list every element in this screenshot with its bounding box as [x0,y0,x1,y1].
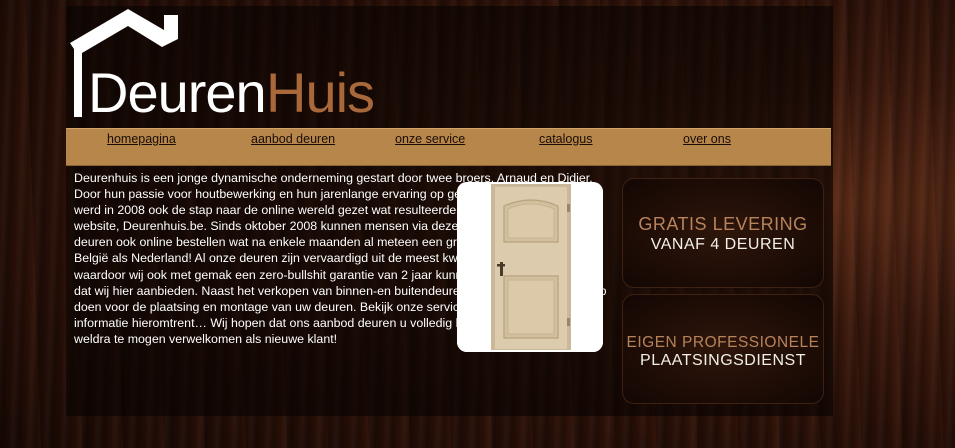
nav-link-aanbod-deuren[interactable]: aanbod deuren [251,132,335,146]
door-photo [457,182,603,352]
promo-free-delivery-title: GRATIS LEVERING [638,214,808,234]
logo-text-deuren: Deuren [88,61,266,121]
nav-link-over-ons[interactable]: over ons [683,132,731,146]
promo-installation-subtitle: PLAATSINGSDIENST [640,352,806,369]
nav-link-catalogus[interactable]: catalogus [539,132,593,146]
nav-link-homepagina[interactable]: homepagina [107,132,176,146]
logo-text-huis: Huis [266,61,374,121]
main-nav: homepagina aanbod deuren onze service ca… [66,128,831,166]
promo-installation-title: EIGEN PROFESSIONELE [626,334,820,351]
deurenhuis-logo[interactable]: Deuren Huis [68,9,388,121]
promo-installation-service[interactable]: EIGEN PROFESSIONELE PLAATSINGSDIENST [622,294,824,404]
promo-free-delivery-subtitle: VANAF 4 DEUREN [650,236,796,253]
nav-link-onze-service[interactable]: onze service [395,132,465,146]
promo-free-delivery[interactable]: GRATIS LEVERING VANAF 4 DEUREN [622,178,824,288]
site-container: Deuren Huis homepagina aanbod deuren onz… [66,6,833,416]
